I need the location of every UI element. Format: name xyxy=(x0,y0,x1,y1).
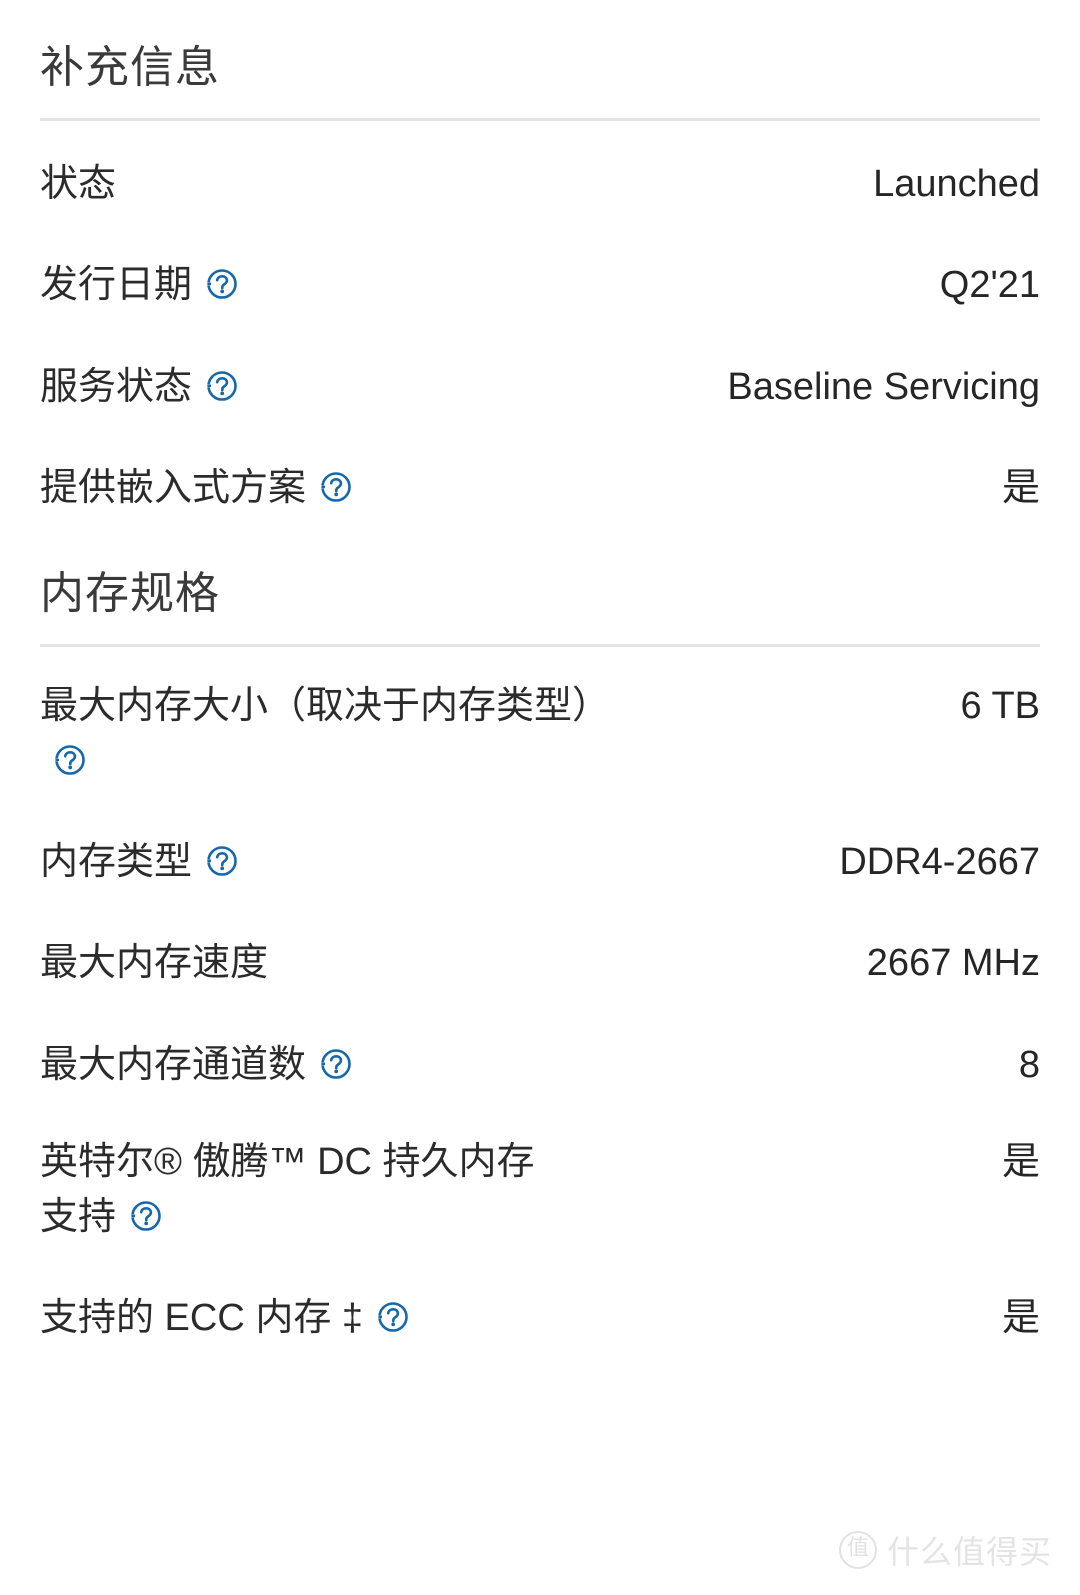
watermark: 值 什么值得买 xyxy=(838,1527,1052,1573)
section-supplemental-information: 补充信息 状态 Launched 发行日期 Q2'21 服务状态 Baselin… xyxy=(0,0,1080,526)
spec-label: 最大内存通道数 xyxy=(40,1038,352,1093)
spec-list: 状态 Launched 发行日期 Q2'21 服务状态 Baseline Ser… xyxy=(40,121,1040,525)
spec-label: 英特尔® 傲腾™ DC 持久内存支持 xyxy=(40,1135,540,1245)
spec-label: 服务状态 xyxy=(40,360,238,415)
spec-label-text: 提供嵌入式方案 xyxy=(40,466,307,509)
spec-row-max-memory-speed: 最大内存速度 2667 MHz xyxy=(40,900,1040,1001)
spec-page: 补充信息 状态 Launched 发行日期 Q2'21 服务状态 Baselin… xyxy=(0,0,1080,1595)
spec-row-embedded-options-available: 提供嵌入式方案 是 xyxy=(40,425,1040,526)
help-circle-icon[interactable] xyxy=(320,1048,352,1080)
smzdm-logo-icon: 值 xyxy=(838,1531,877,1569)
spec-value: 是 xyxy=(1001,1296,1040,1339)
spec-value: 8 xyxy=(1018,1043,1040,1086)
spec-row-status: 状态 Launched xyxy=(40,121,1040,222)
help-circle-icon[interactable] xyxy=(206,370,238,402)
spec-label-text: 服务状态 xyxy=(40,365,193,408)
spec-label-text: 英特尔® 傲腾™ DC 持久内存支持 xyxy=(40,1140,535,1238)
spec-label-text: 最大内存速度 xyxy=(40,942,269,985)
help-circle-icon[interactable] xyxy=(320,471,352,503)
section-memory-specifications: 内存规格 最大内存大小（取决于内存类型） 6 TB 内存类型 DDR4-2667 xyxy=(0,526,1080,1356)
help-circle-icon[interactable] xyxy=(130,1200,162,1232)
spec-label: 最大内存速度 xyxy=(40,936,268,991)
spec-label-text: 内存类型 xyxy=(40,841,193,884)
spec-row-max-memory-size: 最大内存大小（取决于内存类型） 6 TB xyxy=(40,647,1040,799)
spec-value: 是 xyxy=(1001,1140,1040,1183)
spec-label: 提供嵌入式方案 xyxy=(40,461,352,516)
spec-value: DDR4-2667 xyxy=(839,841,1040,884)
spec-label: 发行日期 xyxy=(40,258,238,313)
spec-row-memory-types: 内存类型 DDR4-2667 xyxy=(40,799,1040,900)
section-title: 补充信息 xyxy=(40,43,220,92)
spec-label: 最大内存大小（取决于内存类型） xyxy=(40,679,610,789)
spec-value: Launched xyxy=(873,163,1040,206)
spec-row-servicing-status: 服务状态 Baseline Servicing xyxy=(40,324,1040,425)
spec-row-ecc-memory-supported: 支持的 ECC 内存 ‡ 是 xyxy=(40,1255,1040,1356)
spec-value: 2667 MHz xyxy=(866,942,1040,985)
help-circle-icon[interactable] xyxy=(377,1301,409,1333)
spec-list: 最大内存大小（取决于内存类型） 6 TB 内存类型 DDR4-2667 最大内存… xyxy=(40,647,1040,1356)
spec-label: 支持的 ECC 内存 ‡ xyxy=(40,1291,409,1346)
spec-label-text: 支持的 ECC 内存 ‡ xyxy=(40,1296,364,1339)
spec-label: 内存类型 xyxy=(40,835,238,890)
help-circle-icon[interactable] xyxy=(206,845,238,877)
spec-label-text: 发行日期 xyxy=(40,264,193,307)
spec-row-launch-date: 发行日期 Q2'21 xyxy=(40,222,1040,323)
spec-value: 是 xyxy=(1001,466,1040,509)
spec-label-text: 最大内存大小（取决于内存类型） xyxy=(40,685,611,728)
section-title: 内存规格 xyxy=(40,568,220,618)
spec-label: 状态 xyxy=(40,157,116,212)
spec-label-text: 状态 xyxy=(40,163,117,206)
help-circle-icon[interactable] xyxy=(206,268,238,300)
watermark-text: 什么值得买 xyxy=(886,1534,1052,1570)
help-circle-icon[interactable] xyxy=(54,744,86,776)
spec-value: 6 TB xyxy=(960,685,1040,728)
spec-value: Baseline Servicing xyxy=(727,365,1040,408)
spec-row-optane-dc-persistent-memory-support: 英特尔® 傲腾™ DC 持久内存支持 是 xyxy=(40,1103,1040,1255)
spec-value: Q2'21 xyxy=(939,264,1040,307)
spec-row-max-memory-channels: 最大内存通道数 8 xyxy=(40,1002,1040,1103)
spec-label-text: 最大内存通道数 xyxy=(40,1043,307,1086)
